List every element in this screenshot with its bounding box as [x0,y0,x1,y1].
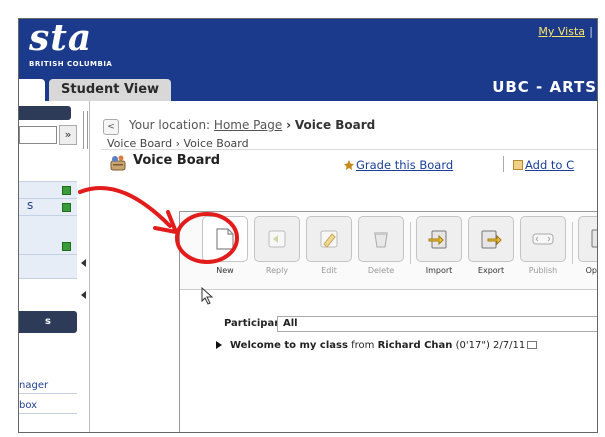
publish-button[interactable]: Publish [520,216,566,275]
options-button-label: Options [585,266,597,275]
edit-pencil-icon [320,230,338,248]
link-separator [503,156,504,172]
export-icon [481,230,502,249]
sidebar-link[interactable]: box [19,398,77,414]
sidebar-resize-handle[interactable] [83,111,88,149]
participants-select[interactable]: All [277,316,597,332]
mouse-cursor-icon [201,287,214,305]
participants-filter: Participants: All [180,314,597,334]
publish-button-label: Publish [528,266,558,275]
thread-from-label: from [351,340,375,351]
import-button[interactable]: Import [416,216,462,275]
export-button-label: Export [477,266,505,275]
left-sidebar: » s s nager box [19,101,83,432]
sidebar-link[interactable]: nager [19,378,77,394]
delete-button[interactable]: Delete [358,216,404,275]
add-icon[interactable] [62,186,71,195]
sidebar-header [19,106,71,120]
home-page-link[interactable]: Home Page [214,118,282,132]
thread-date: 2/7/11 [493,340,526,351]
reply-icon [268,230,286,248]
screenshot-frame: sta BRITISH COLUMBIA My Vista | Student … [18,18,598,433]
thread-author: Richard Chan [377,340,453,351]
new-button[interactable]: New [202,216,248,275]
sidebar-row[interactable] [19,238,77,255]
page-title: Voice Board [133,153,221,168]
toolbar-divider [410,222,411,264]
voice-board-panel: New Reply Edit Delete Import Export Publ… [179,211,597,432]
location-bar: Your location: Home Page › Voice Board [129,118,375,132]
course-title: UBC - ARTS [492,78,597,96]
back-button[interactable]: < [103,119,119,135]
header-separator: | [589,25,593,38]
add-icon[interactable] [62,203,71,212]
tab-active-partial[interactable] [19,79,45,101]
vista-logo: sta [29,18,93,59]
edit-button[interactable]: Edit [306,216,352,275]
delete-button-label: Delete [367,266,395,275]
collapse-arrow-icon[interactable] [81,259,86,267]
my-vista-link[interactable]: My Vista [538,25,585,38]
toolbar-divider [572,222,573,264]
add-icon[interactable] [62,242,71,251]
grade-board-link[interactable]: Grade this Board [356,158,453,172]
sidebar-section-header: s [19,311,77,333]
sidebar-row-label: s [27,198,34,212]
import-icon [428,230,447,249]
html-publish-icon [532,233,554,245]
chevron-down-icon[interactable]: » [59,125,77,145]
trash-icon [374,232,388,248]
options-gear-icon [591,229,597,248]
options-button[interactable]: Options [578,216,597,275]
edit-button-label: Edit [321,266,337,275]
reply-button[interactable]: Reply [254,216,300,275]
breadcrumb-item: Voice Board [183,137,249,150]
sidebar-divider [89,101,90,432]
location-prefix: Your location: [129,118,211,132]
thread-row[interactable]: Welcome to my class from Richard Chan (0… [216,340,538,351]
export-button[interactable]: Export [468,216,514,275]
collapse-arrow-icon[interactable] [81,291,86,299]
breadcrumb-item[interactable]: Voice Board [107,137,172,150]
tab-student-view[interactable]: Student View [49,79,171,101]
voice-board-icon [110,155,126,171]
new-document-icon [216,228,234,250]
import-button-label: Import [425,266,453,275]
expand-triangle-icon[interactable] [216,341,222,349]
sidebar-row[interactable]: s [19,198,77,216]
breadcrumb: Voice Board › Voice Board [107,137,249,150]
reply-button-label: Reply [265,266,289,275]
grade-icon [344,160,354,170]
thread-title: Welcome to my class [230,340,348,351]
breadcrumb-separator: › [175,137,181,150]
new-button-label: New [216,266,234,275]
sidebar-tool-band: s [19,181,77,279]
header-bar: sta BRITISH COLUMBIA My Vista | Student … [19,18,597,101]
thread-duration: (0'17") [455,340,490,351]
location-current: Voice Board [294,118,376,132]
sidebar-dropdown[interactable] [19,126,57,144]
speaker-icon [527,341,538,349]
add-to-link[interactable]: Add to C [525,158,574,172]
sidebar-row[interactable] [19,182,77,199]
add-to-icon [513,160,523,170]
location-arrow: › [286,118,292,132]
institution-label: BRITISH COLUMBIA [29,60,113,68]
toolbar: New Reply Edit Delete Import Export Publ… [180,212,597,290]
